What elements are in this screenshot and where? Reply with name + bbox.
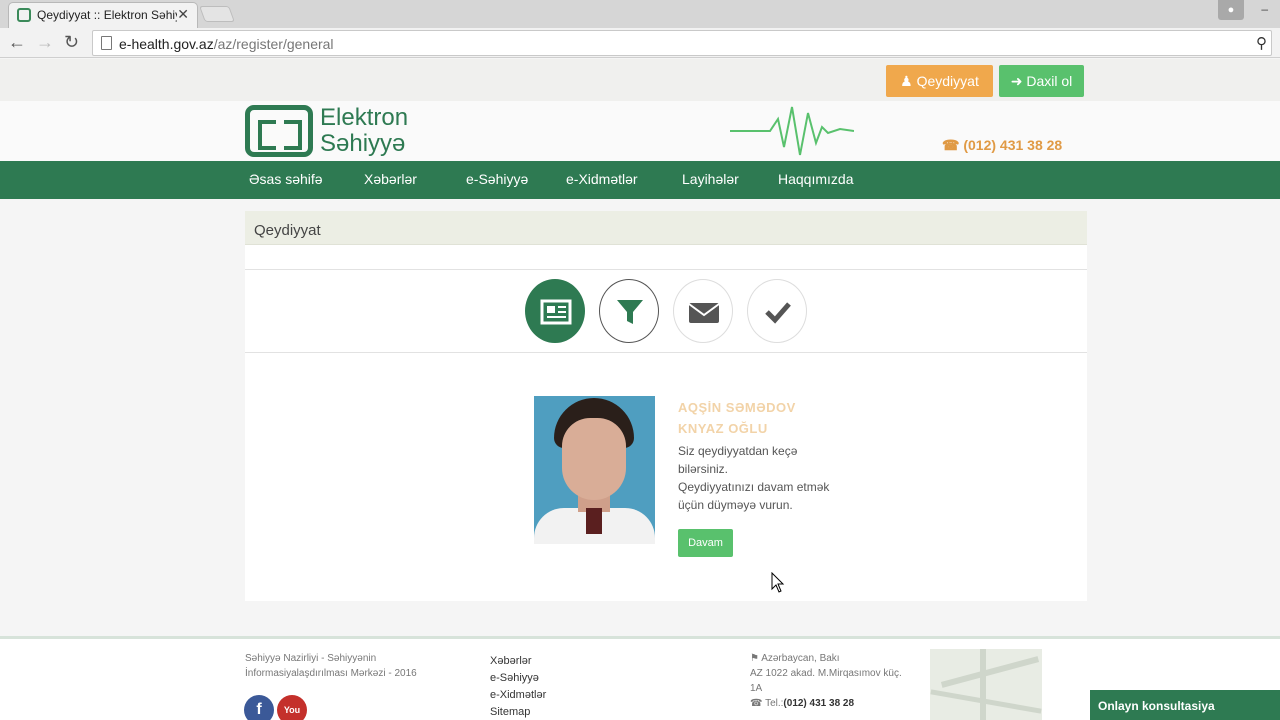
message-line-3: Qeydiyyatınızı davam etmək — [678, 480, 830, 494]
location-map[interactable] — [930, 649, 1042, 720]
phone-number: ☎ (012) 431 38 28 — [942, 137, 1062, 154]
site-favicon-icon — [17, 8, 31, 22]
login-label: Daxil ol — [1026, 73, 1073, 89]
url-host: e-health.gov.az — [119, 36, 214, 52]
panel-header: Qeydiyyat — [245, 211, 1087, 245]
step-newspaper[interactable] — [525, 279, 585, 343]
facebook-icon[interactable]: f — [244, 695, 274, 720]
footer-link-e-services[interactable]: e-Xidmətlər — [490, 687, 546, 704]
step-email[interactable] — [673, 279, 733, 343]
close-tab-icon[interactable]: ✕ — [177, 6, 189, 23]
back-arrow-icon[interactable]: ← — [8, 33, 26, 51]
reload-icon[interactable]: ↻ — [64, 33, 79, 51]
minimize-icon[interactable]: – — [1261, 2, 1268, 16]
step-filter[interactable] — [599, 279, 659, 343]
tab-title: Qeydiyyat :: Elektron Səhiyyə — [37, 8, 177, 22]
message-line-1: Siz qeydiyyatdan keçə — [678, 444, 798, 458]
register-label: Qeydiyyat — [916, 73, 979, 89]
top-strip: ♟ Qeydiyyat ➜ Daxil ol — [0, 59, 1280, 101]
newspaper-icon — [540, 299, 572, 325]
page-icon — [101, 36, 112, 50]
user-photo — [534, 396, 655, 544]
divider — [245, 269, 1087, 270]
tel-label: Tel.: — [765, 698, 784, 709]
tel-value: (012) 431 38 28 — [783, 698, 855, 709]
map-pin-icon: ⚑ — [750, 653, 759, 664]
site-footer: Səhiyyə Nazirliyi - Səhiyyənin İnformasi… — [0, 636, 1280, 720]
address-line-2: AZ 1022 akad. M.Mirqasımov küç. — [750, 668, 902, 679]
online-consultation-button[interactable]: Onlayn konsultasiya — [1090, 690, 1280, 720]
mouse-cursor-icon — [771, 572, 785, 593]
zoom-icon[interactable]: ⚲ — [1256, 34, 1267, 52]
register-button[interactable]: ♟ Qeydiyyat — [886, 65, 993, 97]
message-line-4: üçün düyməyə vurun. — [678, 498, 793, 512]
web-page: ♟ Qeydiyyat ➜ Daxil ol Elektron Səhiyyə … — [0, 59, 1280, 720]
message-line-2: bilərsiniz. — [678, 462, 729, 476]
envelope-icon — [688, 303, 720, 323]
footer-org-line-2: İnformasiyalaşdırılması Mərkəzi - 2016 — [245, 668, 417, 679]
main-navigation: Əsas səhifə Xəbərlər e-Səhiyyə e-Xidmətl… — [0, 161, 1280, 199]
footer-link-e-health[interactable]: e-Səhiyyə — [490, 670, 546, 687]
footer-link-news[interactable]: Xəbərlər — [490, 653, 546, 670]
logo-line-1: Elektron — [320, 104, 409, 131]
youtube-icon[interactable]: You — [277, 695, 307, 720]
site-header: Elektron Səhiyyə ☎ (012) 431 38 28 — [0, 101, 1280, 161]
nav-item-e-health[interactable]: e-Səhiyyə — [466, 171, 528, 187]
continue-button[interactable]: Davam — [678, 529, 733, 557]
new-tab-button[interactable] — [199, 6, 235, 22]
browser-tab[interactable]: Qeydiyyat :: Elektron Səhiyyə ✕ — [8, 2, 198, 28]
person-name-line-1: AQŞİN SƏMƏDOV — [678, 400, 796, 415]
logo-icon[interactable] — [245, 105, 313, 157]
nav-item-about[interactable]: Haqqımızda — [778, 171, 853, 187]
logo-text[interactable]: Elektron Səhiyyə — [320, 105, 408, 157]
step-confirm[interactable] — [747, 279, 807, 343]
login-button[interactable]: ➜ Daxil ol — [999, 65, 1084, 97]
divider — [245, 352, 1087, 353]
footer-address: ⚑ Azərbaycan, Bakı AZ 1022 akad. M.Mirqa… — [750, 651, 910, 711]
footer-link-sitemap[interactable]: Sitemap — [490, 704, 546, 720]
phone-icon: ☎ — [750, 698, 763, 709]
footer-org-line-1: Səhiyyə Nazirliyi - Səhiyyənin — [245, 653, 377, 664]
add-user-icon: ♟ — [900, 73, 913, 89]
url-path: /az/register/general — [213, 36, 334, 52]
address-line-1: Azərbaycan, Bakı — [761, 653, 840, 664]
address-bar[interactable]: e-health.gov.az/az/register/general ⚲ — [92, 30, 1272, 56]
page-title: Qeydiyyat — [254, 222, 321, 239]
phone-icon: ☎ — [942, 137, 960, 153]
footer-links: Xəbərlər e-Səhiyyə e-Xidmətlər Sitemap — [490, 653, 546, 720]
check-icon — [765, 302, 791, 324]
registration-message: Siz qeydiyyatdan keçə bilərsiniz. Qeydiy… — [678, 442, 858, 514]
nav-item-news[interactable]: Xəbərlər — [364, 171, 417, 187]
person-name-line-2: KNYAZ OĞLU — [678, 421, 768, 436]
registration-panel: Qeydiyyat AQŞİN SƏMƏDOV KNYAZ OĞLU Siz q… — [245, 211, 1087, 601]
forward-arrow-icon[interactable]: → — [36, 33, 54, 51]
url-text: e-health.gov.az/az/register/general — [119, 36, 334, 52]
heartbeat-icon — [730, 106, 854, 156]
browser-toolbar: ← → ↻ e-health.gov.az/az/register/genera… — [0, 28, 1280, 58]
nav-item-e-services[interactable]: e-Xidmətlər — [566, 171, 638, 187]
nav-item-projects[interactable]: Layihələr — [682, 171, 739, 187]
filter-icon — [617, 300, 643, 324]
nav-item-home[interactable]: Əsas səhifə — [249, 171, 323, 187]
browser-tab-bar: Qeydiyyat :: Elektron Səhiyyə ✕ ● – — [0, 0, 1280, 28]
user-profile-icon[interactable]: ● — [1218, 0, 1244, 20]
person-name: AQŞİN SƏMƏDOV KNYAZ OĞLU — [678, 397, 838, 439]
footer-organization: Səhiyyə Nazirliyi - Səhiyyənin İnformasi… — [245, 651, 435, 681]
address-line-3: 1A — [750, 683, 763, 694]
logo-line-2: Səhiyyə — [320, 130, 406, 157]
sign-in-icon: ➜ — [1010, 73, 1023, 89]
phone-text: (012) 431 38 28 — [963, 137, 1063, 153]
